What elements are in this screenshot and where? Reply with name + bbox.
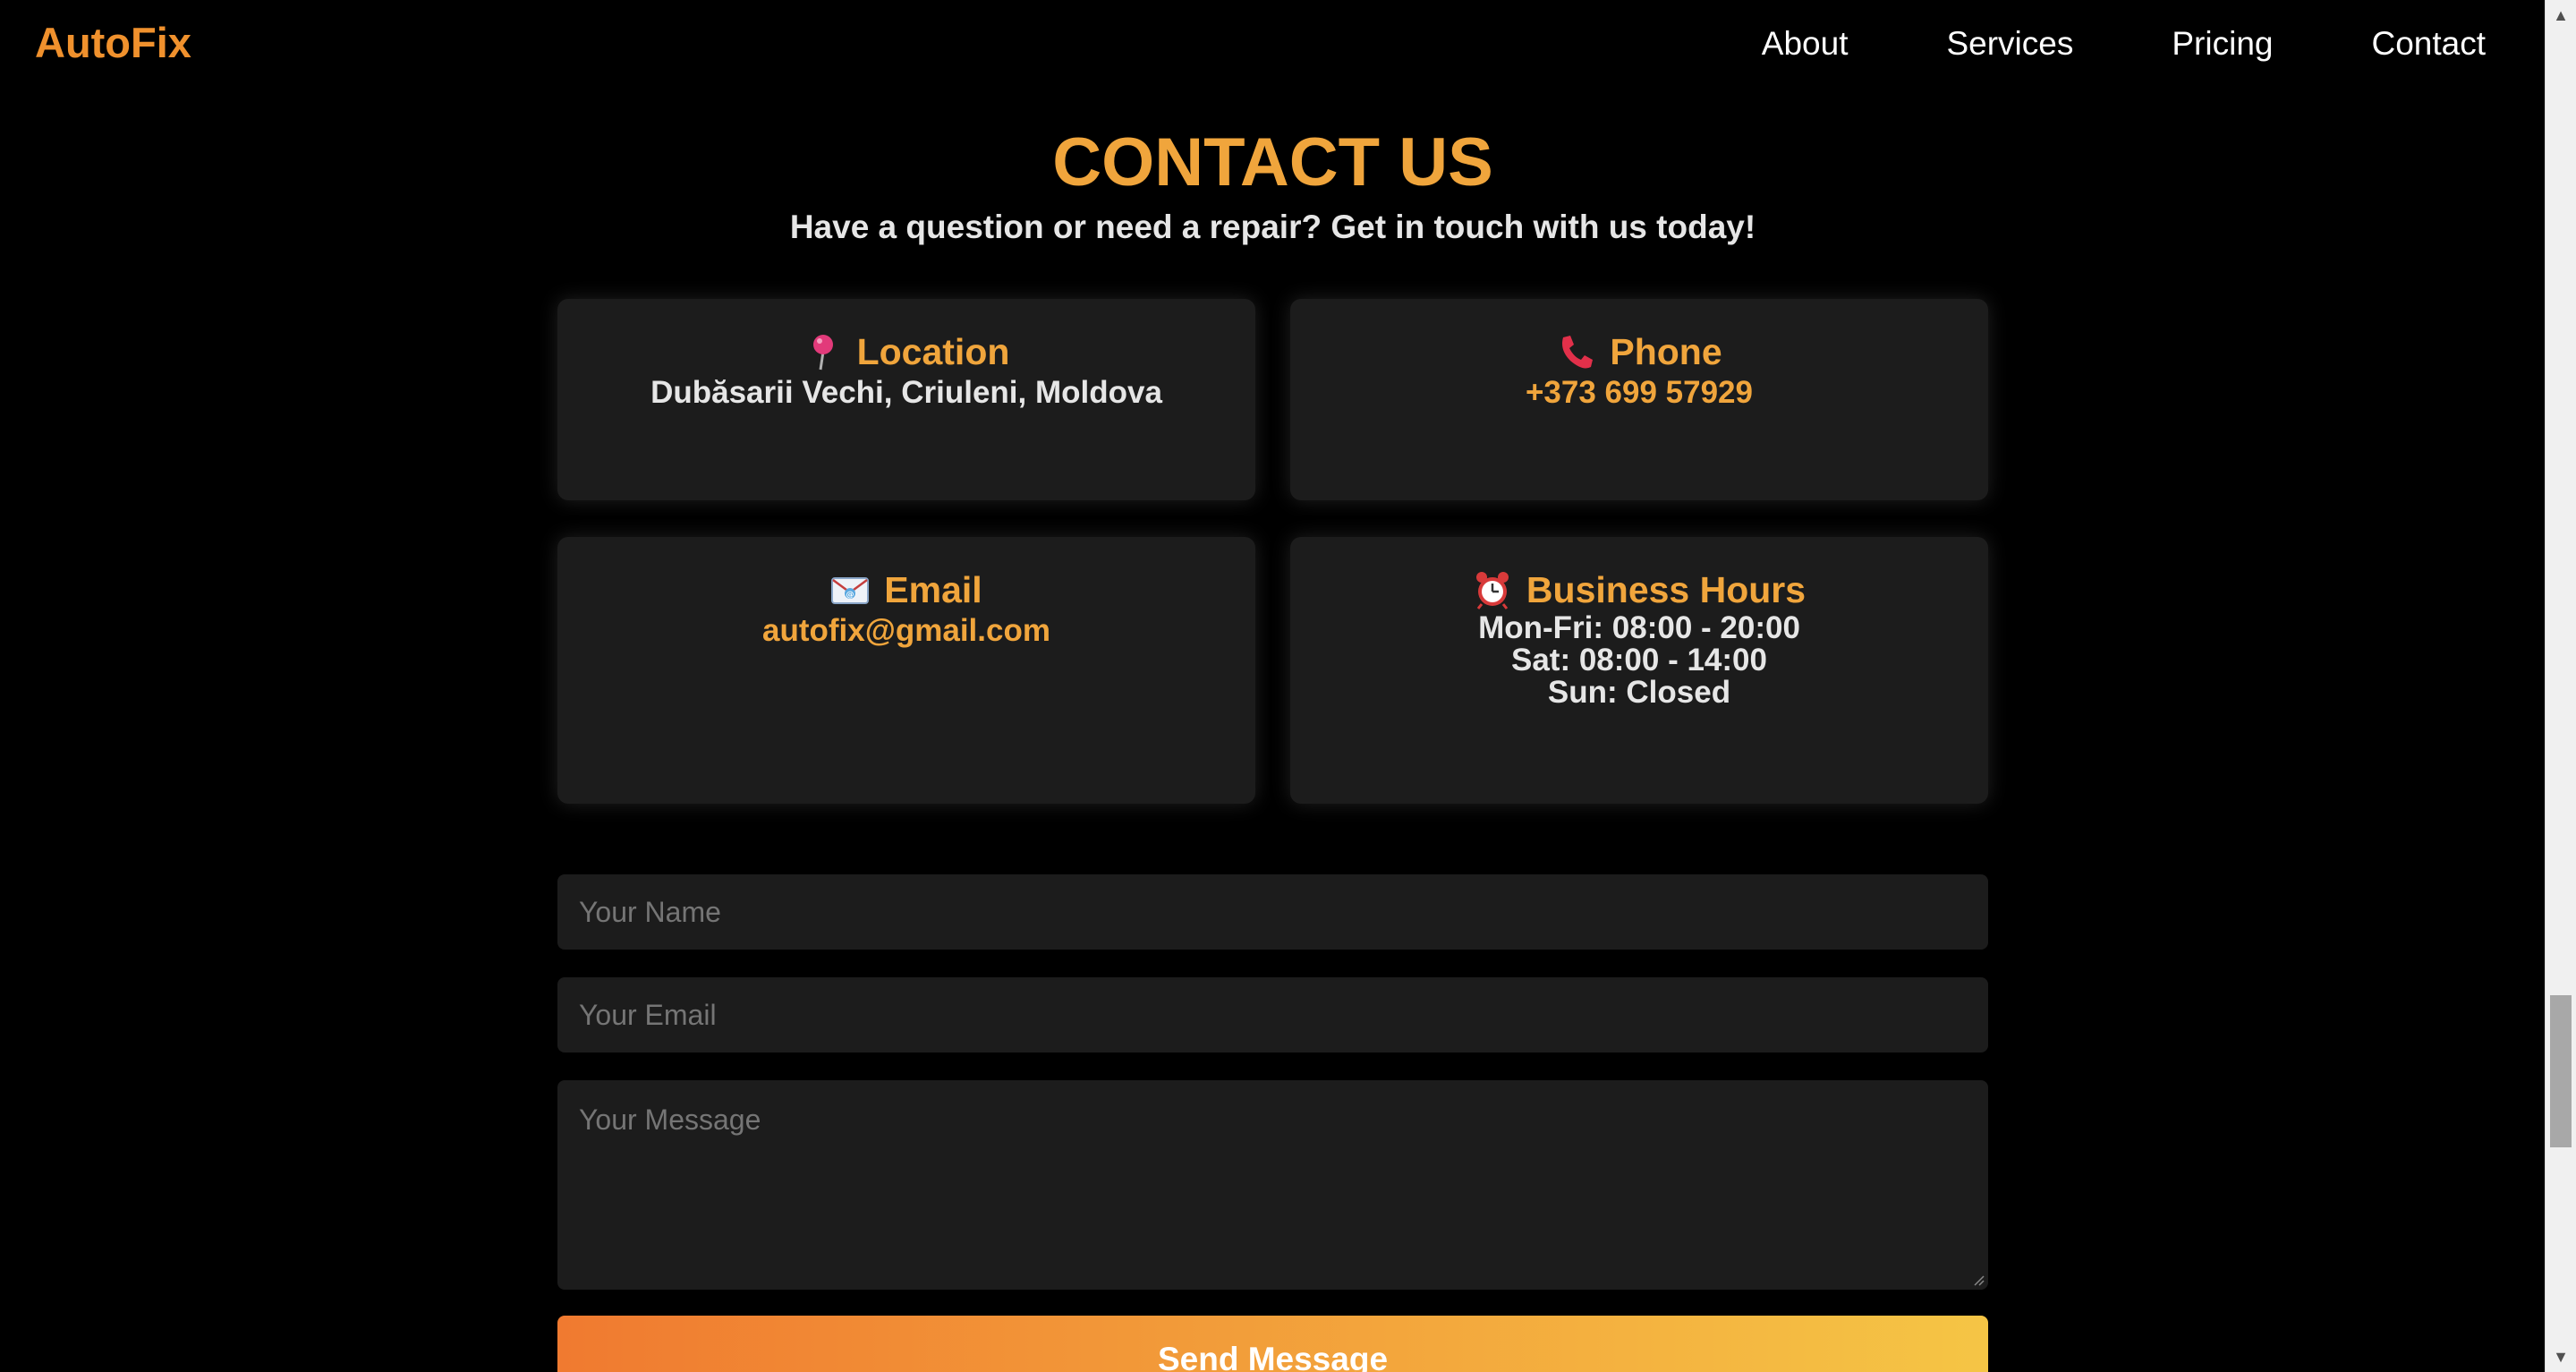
location-card-heading: Location	[557, 329, 1255, 374]
hours-weekdays: Mon-Fri: 08:00 - 20:00	[1478, 610, 1800, 645]
message-textarea[interactable]	[557, 1080, 1988, 1290]
phone-icon	[1556, 332, 1595, 371]
email-heading-text: Email	[884, 569, 982, 610]
location-card: Location Dubăsarii Vechi, Criuleni, Mold…	[557, 299, 1255, 500]
nav-services-link[interactable]: Services	[1946, 20, 2073, 68]
top-navbar: AutoFix About Services Pricing Contact	[0, 0, 2546, 89]
alarm-clock-icon	[1473, 570, 1512, 609]
phone-value[interactable]: +373 699 57929	[1290, 374, 1988, 412]
scrollbar-thumb[interactable]	[2550, 995, 2572, 1147]
location-heading-text: Location	[856, 331, 1010, 372]
message-field-wrapper	[557, 1080, 1988, 1290]
business-hours-heading: Business Hours	[1290, 567, 1988, 612]
business-hours-card: Business Hours Mon-Fri: 08:00 - 20:00 Sa…	[1290, 537, 1988, 804]
nav-pricing-link[interactable]: Pricing	[2172, 20, 2273, 68]
scroll-down-arrow-icon[interactable]: ▼	[2546, 1342, 2576, 1372]
resize-handle-icon[interactable]	[1972, 1274, 1985, 1286]
email-value[interactable]: autofix@gmail.com	[557, 612, 1255, 650]
name-input[interactable]	[557, 874, 1988, 950]
phone-heading-text: Phone	[1610, 331, 1722, 372]
hours-saturday: Sat: 08:00 - 14:00	[1511, 643, 1767, 677]
send-message-button[interactable]: Send Message	[557, 1316, 1988, 1372]
brand-logo[interactable]: AutoFix	[35, 16, 191, 70]
main-nav: About Services Pricing Contact	[1663, 20, 2486, 68]
email-input[interactable]	[557, 977, 1988, 1052]
phone-card-heading: Phone	[1290, 329, 1988, 374]
svg-text:@: @	[846, 591, 854, 600]
business-hours-heading-text: Business Hours	[1526, 569, 1807, 610]
email-card-heading: @ Email	[557, 567, 1255, 612]
email-card: @ Email autofix@gmail.com	[557, 537, 1255, 804]
scroll-up-arrow-icon[interactable]: ▲	[2546, 0, 2576, 30]
page-title: CONTACT US	[1052, 124, 1493, 200]
nav-about-link[interactable]: About	[1762, 20, 1849, 68]
page: AutoFix About Services Pricing Contact C…	[0, 0, 2576, 1372]
hours-sunday: Sun: Closed	[1547, 675, 1731, 710]
phone-card: Phone +373 699 57929	[1290, 299, 1988, 500]
location-value: Dubăsarii Vechi, Criuleni, Moldova	[650, 375, 1162, 410]
nav-contact-link[interactable]: Contact	[2371, 20, 2486, 68]
envelope-icon: @	[830, 570, 870, 609]
pin-icon	[803, 332, 843, 371]
page-subtitle: Have a question or need a repair? Get in…	[789, 209, 1756, 245]
vertical-scrollbar[interactable]: ▲ ▼	[2545, 0, 2576, 1372]
